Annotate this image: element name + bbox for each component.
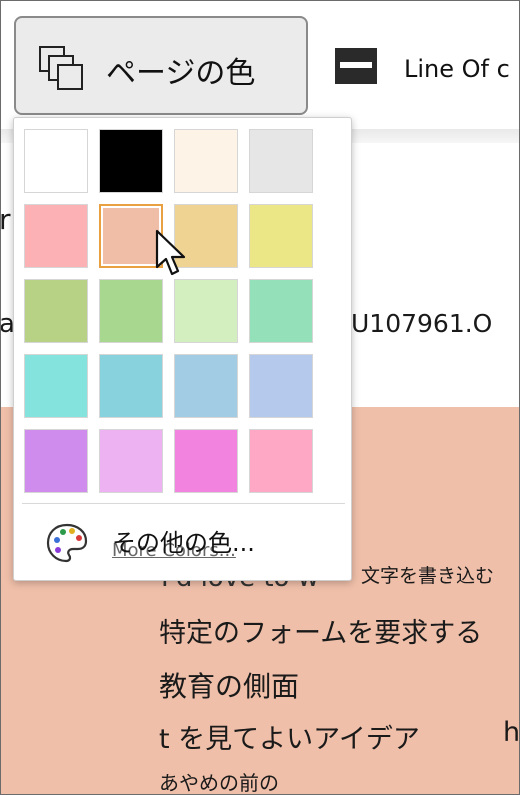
line-style-icon[interactable] <box>334 47 378 85</box>
color-swatch[interactable] <box>249 129 313 193</box>
color-swatch[interactable] <box>249 204 313 268</box>
color-swatch[interactable] <box>249 429 313 493</box>
page-color-icon <box>39 46 83 90</box>
page-text-filename: U107961.O <box>351 309 493 338</box>
menu-divider <box>22 503 345 504</box>
color-swatch[interactable] <box>174 429 238 493</box>
color-swatch[interactable] <box>174 354 238 418</box>
page-text-idea: 特定のフォームを要求する <box>159 618 483 649</box>
more-colors-button[interactable]: More Colors... その他の色... <box>40 515 340 569</box>
color-swatch[interactable] <box>99 429 163 493</box>
page-text-write: 文字を書き込む <box>361 565 495 587</box>
line-of-label[interactable]: Line Of c <box>404 55 510 83</box>
color-swatch[interactable] <box>249 354 313 418</box>
color-swatch[interactable] <box>99 129 163 193</box>
color-swatch[interactable] <box>99 354 163 418</box>
color-swatch[interactable] <box>24 429 88 493</box>
page-color-label: ページの色 <box>106 56 256 91</box>
color-swatch[interactable] <box>174 279 238 343</box>
ribbon: ページの色 Line Of c <box>1 1 519 129</box>
color-swatch[interactable] <box>24 129 88 193</box>
color-swatch[interactable] <box>249 279 313 343</box>
color-swatch[interactable] <box>24 354 88 418</box>
page-color-dropdown: More Colors... その他の色... <box>13 117 352 581</box>
palette-icon <box>46 523 88 563</box>
more-colors-label: その他の色... <box>112 529 255 557</box>
color-swatch[interactable] <box>99 279 163 343</box>
page-text-fragment: h <box>503 717 520 748</box>
mouse-cursor-icon <box>155 229 186 276</box>
page-text-idea: 教育の側面 <box>159 670 300 703</box>
color-swatch[interactable] <box>174 129 238 193</box>
color-swatch[interactable] <box>24 204 88 268</box>
page-text-idea: t を見てよいアイデア <box>159 724 420 755</box>
color-swatch-grid <box>24 129 313 493</box>
page-color-button[interactable]: ページの色 <box>14 16 308 115</box>
app-window: ページの色 Line Of c r a U107961.O I'd love t… <box>0 0 520 795</box>
page-text-idea: あやめの前の <box>159 771 279 795</box>
page-text-fragment: r <box>0 203 11 236</box>
color-swatch[interactable] <box>24 279 88 343</box>
